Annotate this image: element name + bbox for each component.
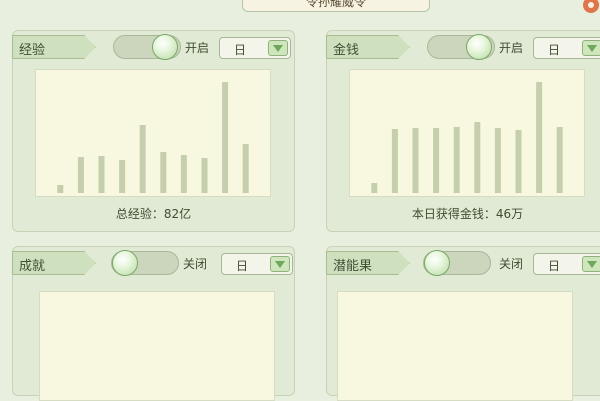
gear-icon[interactable] [580,0,600,16]
triangle-down-icon[interactable] [270,256,290,272]
panel-label: 成就 [19,259,46,274]
period-select-value: 日 [548,259,561,273]
period-select[interactable]: 日 [533,37,600,59]
toggle-knob[interactable] [424,250,450,276]
chart-bar [242,144,249,193]
chart-bar [371,183,378,193]
chart-bar [474,122,481,193]
chart-bar [98,156,105,193]
chart-bar [222,82,229,193]
panel-potential-fruit: 潜能果 关闭 日 [326,246,600,401]
chart-bar [556,127,563,193]
period-select-value: 日 [548,43,561,57]
toggle-switch[interactable] [427,34,495,60]
toggle-label: 开启 [499,41,524,55]
chart-bar [391,129,398,193]
period-select-value: 日 [234,43,247,57]
triangle-down-icon[interactable] [582,256,600,272]
triangle-down-icon[interactable] [268,40,288,56]
chart-bar [119,160,126,193]
period-select[interactable]: 日 [221,253,293,275]
chart-bar [77,157,84,193]
chart-bar [201,158,208,193]
experience-bar-chart [57,82,249,193]
chart-bar [453,127,460,193]
toggle-switch[interactable] [113,34,181,60]
potential-fruit-chart [337,291,573,401]
chart-bar [536,82,543,193]
page-title-text: 令孙耀威令 [305,0,366,9]
panel-label: 经验 [19,43,46,58]
toggle-label: 关闭 [499,257,524,271]
panel-label: 金钱 [333,43,360,58]
period-select[interactable]: 日 [533,253,600,275]
money-summary: 本日获得金钱：46万 [411,207,524,221]
toggle-switch[interactable] [111,250,179,276]
money-bar-chart [371,82,563,193]
achievement-chart [39,291,275,401]
chart-bar [515,130,522,193]
panel-money: 金钱 开启 日 本日获得金钱：46万 [326,30,600,232]
money-chart [349,69,585,197]
experience-summary: 总经验：82亿 [115,207,192,221]
chart-bar [160,152,167,193]
page-title: 令孙耀威令 [242,0,430,12]
toggle-switch[interactable] [423,250,491,276]
toggle-knob[interactable] [466,34,492,60]
period-select-value: 日 [236,259,249,273]
chart-bar [139,125,146,193]
toggle-label: 开启 [185,41,210,55]
chart-bar [57,185,64,193]
toggle-knob[interactable] [112,250,138,276]
triangle-down-icon[interactable] [582,40,600,56]
chart-bar [412,128,419,193]
panel-achievement: 成就 关闭 日 [12,246,295,401]
panel-label: 潜能果 [333,259,373,274]
toggle-knob[interactable] [152,34,178,60]
experience-chart [35,69,271,197]
period-select[interactable]: 日 [219,37,291,59]
chart-bar [433,128,440,193]
toggle-label: 关闭 [183,257,208,271]
panel-experience: 经验 开启 日 总经验：82亿 [12,30,295,232]
chart-bar [494,128,501,193]
chart-bar [180,155,187,193]
